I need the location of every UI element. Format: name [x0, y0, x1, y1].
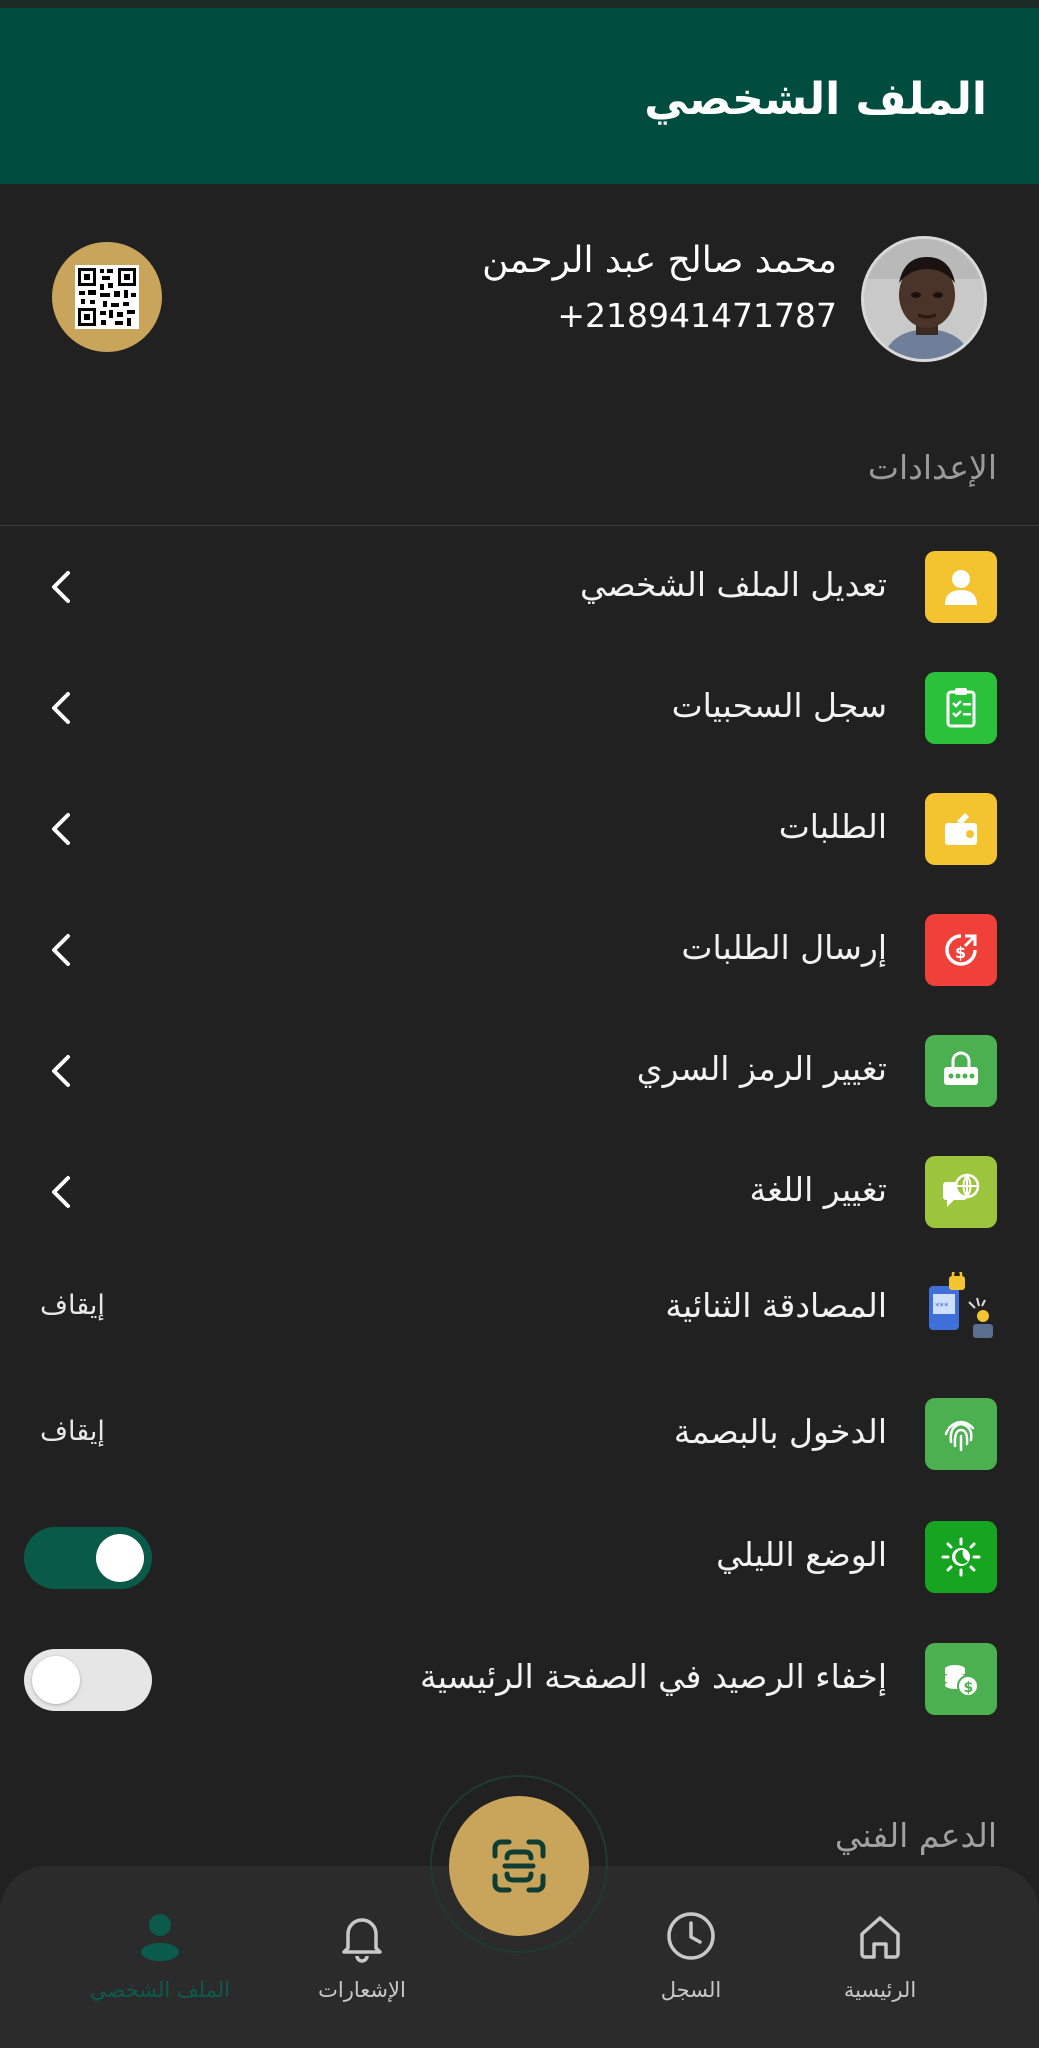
settings-item-label: إرسال الطلبات — [681, 928, 887, 967]
password-icon — [925, 1035, 997, 1107]
chevron-left-icon — [52, 1055, 70, 1087]
settings-item-fingerprint[interactable]: الدخول بالبصمة إيقاف — [0, 1374, 1039, 1495]
settings-item-label: المصادقة الثنائية — [665, 1286, 887, 1325]
hide-balance-icon: $ — [925, 1643, 997, 1715]
chevron-left-icon — [52, 692, 70, 724]
page-title: الملف الشخصي — [644, 74, 987, 125]
settings-item-edit-profile[interactable]: تعديل الملف الشخصي — [0, 527, 1039, 648]
chevron-left-icon — [52, 1176, 70, 1208]
settings-item-label: تغيير اللغة — [749, 1170, 887, 1209]
chevron-left-icon — [52, 934, 70, 966]
bell-icon — [342, 1918, 382, 1963]
chevron-left-icon — [52, 813, 70, 845]
toggle-knob — [96, 1534, 144, 1582]
profile-card: محمد صالح عبد الرحمن +218941471787 — [0, 184, 1039, 384]
wallet-icon — [925, 793, 997, 865]
person-icon — [141, 1914, 179, 1961]
settings-item-hide-balance[interactable]: $ إخفاء الرصيد في الصفحة الرئيسية — [0, 1619, 1039, 1740]
qr-code-icon — [75, 265, 139, 329]
night-mode-toggle[interactable] — [24, 1527, 152, 1589]
settings-item-label: الوضع الليلي — [716, 1535, 887, 1574]
user-phone: +218941471787 — [557, 296, 837, 335]
divider — [0, 525, 1039, 526]
user-icon — [925, 551, 997, 623]
status-bar — [0, 0, 1039, 8]
nav-label: الملف الشخصي — [90, 1978, 230, 2002]
settings-item-send-requests[interactable]: $ إرسال الطلبات — [0, 890, 1039, 1011]
settings-item-label: الطلبات — [778, 807, 887, 846]
toggle-knob — [32, 1656, 80, 1704]
send-money-icon: $ — [925, 914, 997, 986]
scan-icon — [492, 1839, 546, 1893]
nav-item-notifications[interactable]: الإشعارات — [282, 1908, 442, 2002]
settings-item-label: تعديل الملف الشخصي — [579, 565, 887, 604]
svg-text:***: *** — [935, 1302, 949, 1312]
settings-item-label: تغيير الرمز السري — [636, 1049, 887, 1088]
language-icon — [925, 1156, 997, 1228]
nav-item-profile[interactable]: الملف الشخصي — [80, 1908, 240, 2002]
night-mode-icon — [925, 1521, 997, 1593]
nav-label: السجل — [660, 1978, 722, 2002]
clipboard-icon — [925, 672, 997, 744]
clock-icon — [667, 1912, 715, 1960]
settings-item-night-mode[interactable]: الوضع الليلي — [0, 1497, 1039, 1618]
chevron-left-icon — [52, 571, 70, 603]
nav-label: الإشعارات — [318, 1978, 406, 2002]
settings-item-label: إخفاء الرصيد في الصفحة الرئيسية — [420, 1657, 887, 1696]
svg-text:$: $ — [964, 1680, 974, 1696]
settings-item-label: الدخول بالبصمة — [673, 1412, 887, 1451]
fingerprint-icon — [925, 1398, 997, 1470]
settings-section-title: الإعدادات — [867, 448, 997, 487]
settings-item-two-factor[interactable]: *** المصادقة الثنائية إيقاف — [0, 1248, 1039, 1369]
avatar-photo — [864, 239, 984, 359]
two-factor-icon: *** — [925, 1272, 997, 1344]
avatar[interactable] — [861, 236, 987, 362]
settings-item-label: سجل السحبيات — [671, 686, 887, 725]
nav-label: الرئيسية — [843, 1978, 917, 2002]
two-factor-status: إيقاف — [40, 1290, 105, 1321]
svg-text:$: $ — [955, 943, 966, 962]
home-icon — [860, 1916, 900, 1959]
settings-item-requests[interactable]: الطلبات — [0, 769, 1039, 890]
hide-balance-toggle[interactable] — [24, 1649, 152, 1711]
qr-code-button[interactable] — [52, 242, 162, 352]
settings-item-change-language[interactable]: تغيير اللغة — [0, 1132, 1039, 1253]
settings-item-change-password[interactable]: تغيير الرمز السري — [0, 1011, 1039, 1132]
scan-button[interactable] — [449, 1796, 589, 1936]
fingerprint-status: إيقاف — [40, 1416, 105, 1447]
support-section-title: الدعم الفني — [834, 1816, 997, 1855]
app-header: الملف الشخصي — [0, 8, 1039, 184]
user-name: محمد صالح عبد الرحمن — [482, 240, 837, 281]
nav-item-history[interactable]: السجل — [611, 1908, 771, 2002]
nav-item-home[interactable]: الرئيسية — [800, 1908, 960, 2002]
settings-item-withdrawals-log[interactable]: سجل السحبيات — [0, 648, 1039, 769]
